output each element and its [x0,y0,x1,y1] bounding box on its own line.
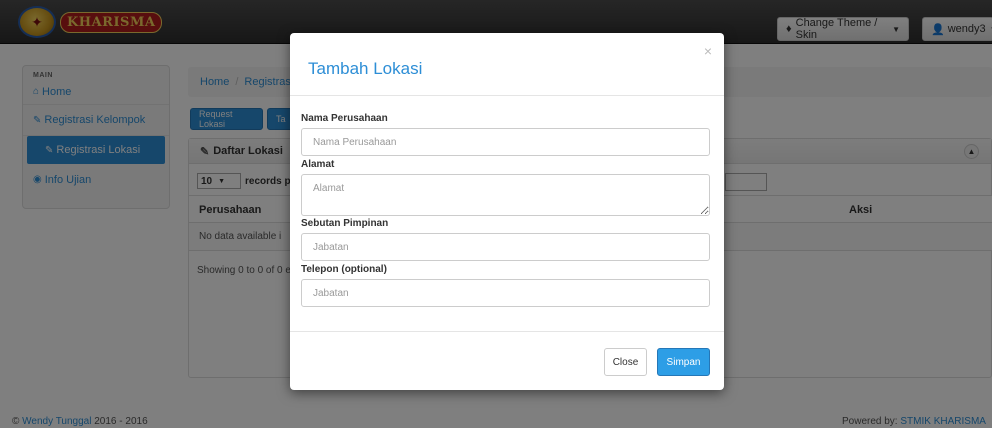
telepon-label: Telepon (optional) [301,264,387,275]
telepon-input[interactable] [301,279,710,307]
modal-footer-divider [290,331,724,332]
simpan-button[interactable]: Simpan [657,348,710,376]
modal-header-divider [290,95,724,96]
tambah-lokasi-modal: Tambah Lokasi × Nama Perusahaan Alamat S… [290,33,724,390]
close-button[interactable]: Close [604,348,647,376]
sebutan-pimpinan-input[interactable] [301,233,710,261]
nama-perusahaan-input[interactable] [301,128,710,156]
alamat-textarea[interactable] [301,174,710,216]
sebutan-pimpinan-label: Sebutan Pimpinan [301,218,389,229]
modal-title: Tambah Lokasi [308,59,423,78]
close-icon[interactable]: × [704,43,712,59]
alamat-label: Alamat [301,159,335,170]
nama-perusahaan-label: Nama Perusahaan [301,113,388,124]
